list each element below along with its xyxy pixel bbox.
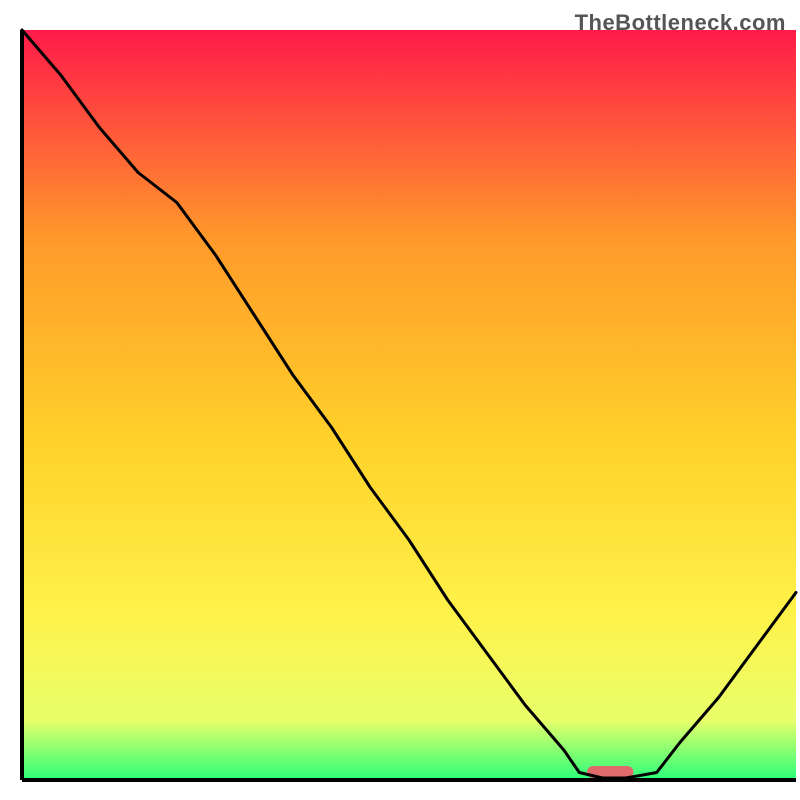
chart-container: TheBottleneck.com [0, 0, 800, 800]
bottleneck-chart [0, 0, 800, 800]
chart-background [22, 30, 796, 780]
watermark-label: TheBottleneck.com [575, 10, 786, 36]
